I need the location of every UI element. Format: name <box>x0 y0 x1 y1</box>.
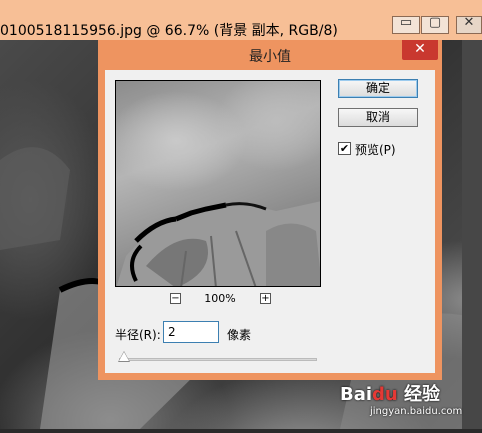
zoom-level: 100% <box>204 292 236 305</box>
document-titlebar[interactable]: 0100518115956.jpg @ 66.7% (背景 副本, RGB/8)… <box>0 0 482 40</box>
radius-unit: 像素 <box>227 328 252 342</box>
document-title: 0100518115956.jpg @ 66.7% (背景 副本, RGB/8) <box>0 23 338 39</box>
cancel-button[interactable]: 取消 <box>338 108 418 127</box>
close-button[interactable]: ✕ <box>456 15 482 34</box>
close-icon: ✕ <box>414 41 426 57</box>
dialog-body: − 100% + 半径(R): 2 像素 确定 取消 ✔ 预览(P) <box>105 70 435 373</box>
zoom-controls: − 100% + <box>170 292 280 307</box>
maximize-icon: ▢ <box>428 15 442 30</box>
filter-preview[interactable] <box>115 80 321 287</box>
minimize-icon: ▭ <box>399 15 413 30</box>
radius-label: 半径(R): <box>115 328 161 342</box>
preview-checkbox[interactable]: ✔ <box>338 142 351 155</box>
radius-slider-thumb[interactable] <box>119 352 129 361</box>
radius-field[interactable]: 2 <box>163 321 219 343</box>
zoom-in-button[interactable]: + <box>260 293 271 304</box>
preview-checkbox-label[interactable]: 预览(P) <box>355 141 396 158</box>
ok-button[interactable]: 确定 <box>338 79 418 98</box>
paw-icon: du <box>372 384 398 405</box>
close-icon: ✕ <box>463 15 475 30</box>
maximize-button[interactable]: ▢ <box>421 15 449 34</box>
watermark-logo: Baidu 经验 <box>340 384 441 405</box>
radius-slider-track[interactable] <box>119 358 317 361</box>
document-scroll-area[interactable] <box>462 40 482 429</box>
watermark-url: jingyan.baidu.com <box>370 406 463 417</box>
dialog-close-button[interactable]: ✕ <box>402 40 438 60</box>
dialog-title: 最小值 <box>249 49 291 65</box>
zoom-out-button[interactable]: − <box>170 293 181 304</box>
preview-image <box>116 201 320 286</box>
baidu-jingyan-watermark: Baidu 经验 jingyan.baidu.com <box>334 376 480 426</box>
minimum-filter-dialog: 最小值 ✕ − 100% + 半径(R): 2 像素 确定 取消 ✔ 预览(P) <box>98 40 442 380</box>
minimize-button[interactable]: ▭ <box>392 15 420 34</box>
